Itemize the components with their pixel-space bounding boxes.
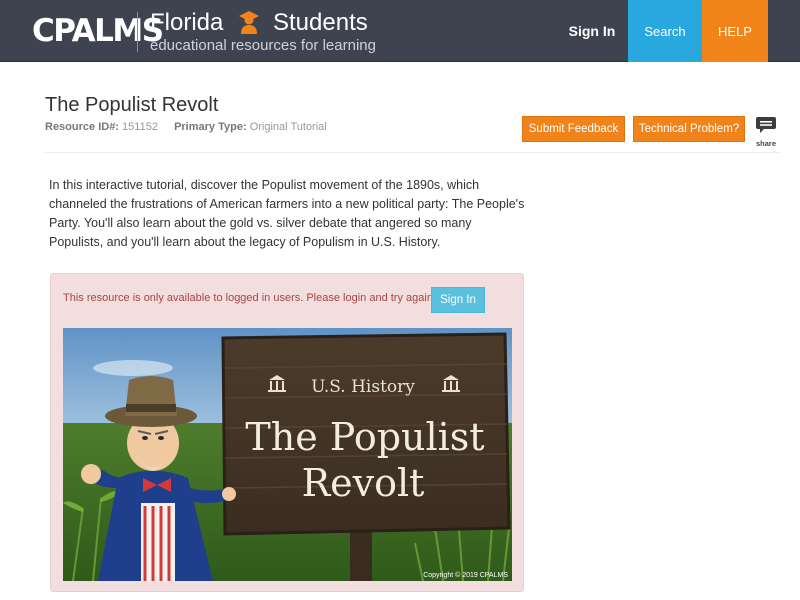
page-title: The Populist Revolt bbox=[45, 94, 219, 116]
student-icon bbox=[239, 11, 259, 34]
hero-title-line1: The Populist bbox=[245, 415, 484, 459]
share-button[interactable]: share bbox=[754, 116, 778, 148]
header-divider bbox=[137, 12, 138, 52]
resource-id-value: 151152 bbox=[122, 121, 158, 133]
hero-subject: U.S. History bbox=[311, 377, 415, 397]
site-header: CPALMS Florida Students educational reso… bbox=[0, 0, 800, 62]
panel-sign-in-button[interactable]: Sign In bbox=[431, 287, 485, 313]
resource-meta: Resource ID#: 151152 Primary Type: Origi… bbox=[45, 121, 327, 133]
nav-search-button[interactable]: Search bbox=[628, 0, 702, 62]
logo-text: CPALMS bbox=[32, 13, 164, 49]
nav-help-button[interactable]: HELP bbox=[702, 0, 768, 62]
nav-sign-in-button[interactable]: Sign In bbox=[556, 0, 628, 62]
brand-tagline: educational resources for learning bbox=[150, 37, 376, 54]
share-icon bbox=[756, 117, 776, 133]
share-label: share bbox=[755, 139, 776, 148]
resource-id-label: Resource ID#: bbox=[45, 121, 119, 133]
title-divider bbox=[45, 152, 780, 153]
login-required-panel: This resource is only available to logge… bbox=[50, 273, 524, 592]
tutorial-hero-image: U.S. History The Populist Revolt Copyrig… bbox=[63, 328, 512, 581]
brand-florida: Florida bbox=[150, 9, 224, 36]
resource-description: In this interactive tutorial, discover t… bbox=[49, 178, 525, 249]
submit-feedback-button[interactable]: Submit Feedback bbox=[522, 116, 625, 142]
hero-title-line2: Revolt bbox=[302, 461, 425, 505]
primary-type-label: Primary Type: bbox=[174, 121, 247, 133]
primary-type-value: Original Tutorial bbox=[249, 121, 327, 133]
hero-copyright: Copyright © 2019 CPALMS bbox=[423, 572, 508, 579]
hero-illustration: U.S. History The Populist Revolt bbox=[63, 328, 512, 581]
technical-problem-button[interactable]: Technical Problem? bbox=[633, 116, 745, 142]
cpalms-logo[interactable]: CPALMS bbox=[32, 13, 164, 49]
login-required-message: This resource is only available to logge… bbox=[63, 292, 436, 304]
brand-students: Students bbox=[273, 9, 368, 36]
